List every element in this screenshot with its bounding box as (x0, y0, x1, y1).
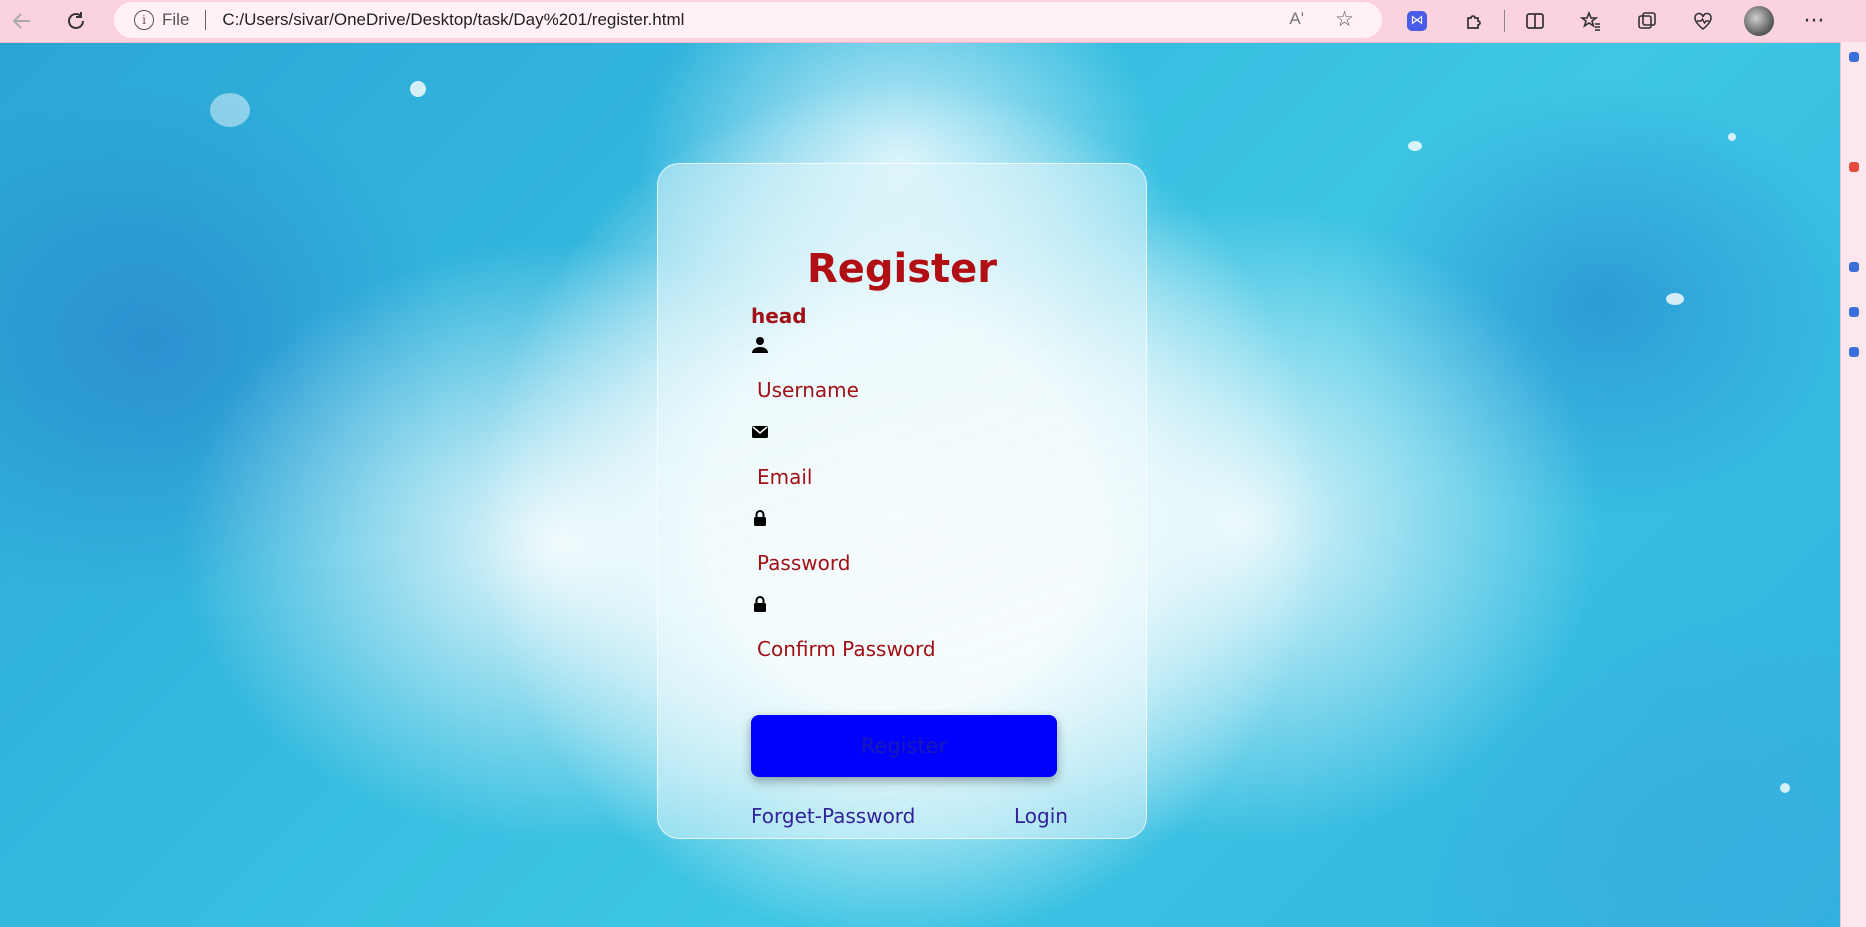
sidebar-app-icon[interactable] (1849, 262, 1859, 272)
profile-avatar[interactable] (1744, 6, 1774, 36)
password-input[interactable] (751, 545, 1055, 581)
head-label: head (751, 304, 807, 328)
sidebar-strip (1840, 42, 1866, 927)
email-input[interactable] (751, 459, 1055, 495)
paint-speck (410, 81, 426, 97)
collections-icon (1638, 12, 1656, 29)
split-screen-icon (1526, 13, 1544, 29)
favorite-star-icon[interactable]: ☆ (1335, 7, 1354, 31)
heart-pulse-icon (1694, 12, 1712, 31)
username-input[interactable] (751, 372, 1055, 408)
address-divider (205, 10, 207, 30)
back-button[interactable] (4, 4, 40, 38)
extensions-button[interactable] (1457, 6, 1491, 36)
lock-icon (754, 596, 766, 612)
more-menu-button[interactable]: ··· (1797, 6, 1831, 36)
paint-speck (1408, 141, 1422, 151)
copilot-icon: ⋈ (1407, 11, 1427, 31)
address-bar[interactable]: i File C:/Users/sivar/OneDrive/Desktop/t… (114, 2, 1382, 38)
sidebar-app-icon[interactable] (1849, 307, 1859, 317)
register-card: Register head Register Forget-Password L… (657, 163, 1147, 839)
lock-icon (754, 510, 766, 526)
page-background: Register head Register Forget-Password L… (0, 43, 1840, 927)
sidebar-app-icon[interactable] (1849, 162, 1859, 172)
favorites-button[interactable] (1574, 6, 1608, 36)
paint-speck (1666, 293, 1684, 305)
paint-speck (1780, 783, 1790, 793)
paint-speck (210, 93, 250, 127)
browser-essentials-button[interactable] (1686, 6, 1720, 36)
refresh-icon (68, 12, 84, 29)
url-scheme: File (162, 10, 190, 29)
extension-button[interactable]: ⋈ (1400, 6, 1434, 36)
read-aloud-icon[interactable]: Aʹ (1289, 9, 1304, 29)
url-text[interactable]: C:/Users/sivar/OneDrive/Desktop/task/Day… (222, 10, 684, 30)
puzzle-icon (1467, 15, 1481, 29)
paint-speck (1728, 133, 1736, 141)
arrow-left-icon (12, 13, 30, 29)
favorites-icon (1580, 10, 1600, 31)
sidebar-app-icon[interactable] (1849, 347, 1859, 357)
collections-button[interactable] (1630, 6, 1664, 36)
split-screen-button[interactable] (1518, 6, 1552, 36)
confirm-password-input[interactable] (751, 631, 1055, 667)
login-link[interactable]: Login (1014, 804, 1068, 828)
toolbar-divider (1504, 10, 1505, 32)
form-title: Register (806, 246, 998, 292)
ellipsis-icon: ··· (1803, 8, 1825, 34)
info-icon[interactable]: i (134, 10, 154, 30)
register-button[interactable]: Register (751, 715, 1057, 777)
user-icon (752, 337, 768, 353)
refresh-button[interactable] (58, 4, 94, 38)
sidebar-search-icon[interactable] (1849, 52, 1859, 62)
envelope-icon (752, 426, 768, 438)
browser-toolbar: i File C:/Users/sivar/OneDrive/Desktop/t… (0, 0, 1866, 43)
forget-password-link[interactable]: Forget-Password (751, 804, 915, 828)
